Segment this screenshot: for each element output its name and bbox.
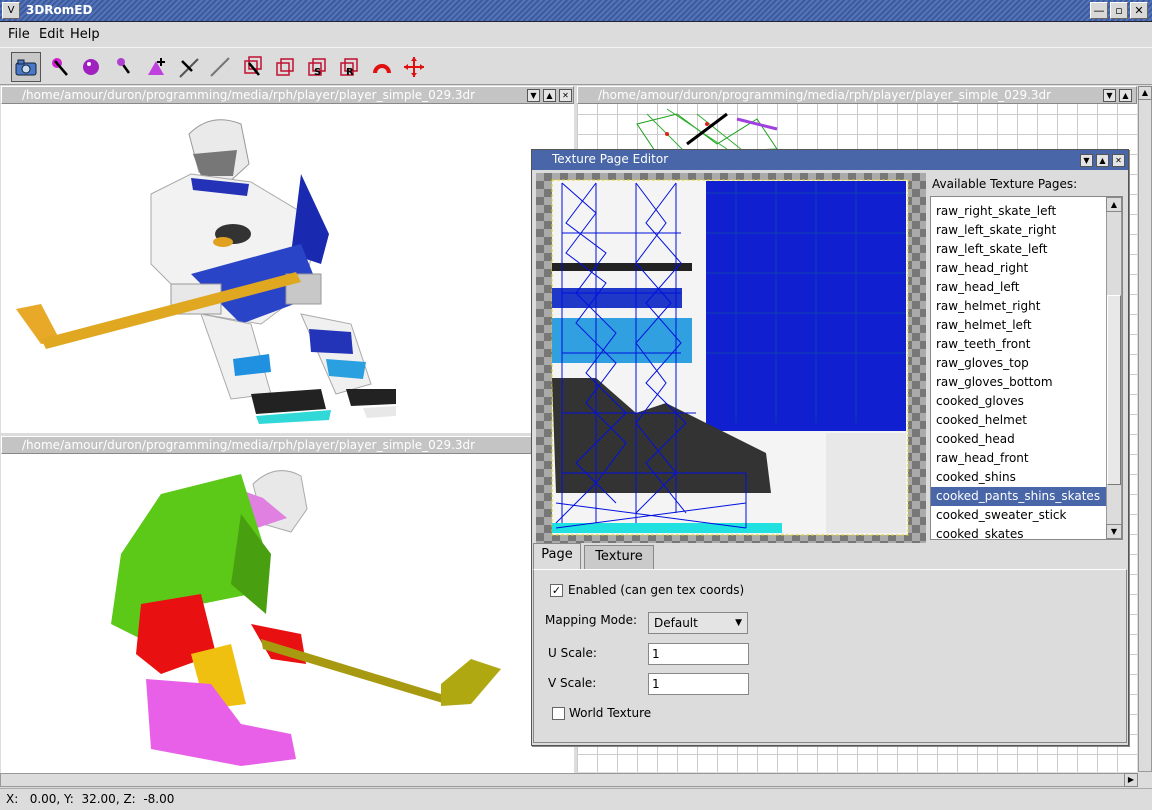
select-box-icon[interactable] [238,52,268,82]
status-bar: X: 0.00, Y: 32.00, Z: -8.00 [0,788,1152,810]
mapping-mode-select[interactable]: Default ▼ [648,612,748,634]
window-titlebar: V 3DRomED — ▫ ✕ [0,0,1152,22]
tab-page[interactable]: Page [533,543,581,570]
list-item[interactable]: cooked_gloves [931,392,1122,411]
list-item[interactable]: raw_teeth_front [931,335,1122,354]
world-texture-label: World Texture [569,706,652,720]
texture-canvas[interactable] [536,173,926,543]
window-title: 3DRomED [26,3,93,17]
coordinates-readout: X: 0.00, Y: 32.00, Z: -8.00 [6,792,175,806]
minimize-button[interactable]: — [1090,2,1108,19]
list-item[interactable]: raw_right_skate_left [931,202,1122,221]
list-label: Available Texture Pages: [932,177,1078,191]
viewport-canvas[interactable] [1,104,574,433]
svg-text:S: S [314,67,321,78]
scroll-down-icon[interactable]: ▼ [1106,524,1122,539]
close-viewport-icon[interactable]: ✕ [559,89,572,102]
dialog-titlebar: Texture Page Editor ▼ ▲ ✕ [532,150,1128,170]
camera-icon[interactable] [11,52,41,82]
u-scale-label: U Scale: [548,646,597,660]
list-item[interactable]: raw_head_front [931,449,1122,468]
chevron-down-icon[interactable]: ▼ [1103,89,1116,102]
menu-edit[interactable]: Edit [39,27,64,42]
viewport-header: /home/amour/duron/programming/media/rph/… [1,436,574,454]
chevron-down-icon[interactable]: ▼ [1080,154,1093,167]
viewport-path: /home/amour/duron/programming/media/rph/… [22,88,476,102]
add-vertex-icon[interactable] [141,52,171,82]
scroll-right-icon[interactable]: ▶ [1124,773,1138,787]
viewport-path: /home/amour/duron/programming/media/rph/… [22,438,476,452]
v-scale-label: V Scale: [548,676,597,690]
viewport-path: /home/amour/duron/programming/media/rph/… [598,88,1052,102]
select-vertex-icon[interactable] [44,52,74,82]
list-item[interactable]: raw_gloves_top [931,354,1122,373]
menu-file[interactable]: File [8,27,30,42]
svg-text:R: R [346,67,354,78]
list-item[interactable]: cooked_pants_shins_skates [931,487,1122,506]
mapping-mode-label: Mapping Mode: [545,613,638,627]
chevron-down-icon[interactable]: ▼ [527,89,540,102]
box-icon[interactable] [270,52,300,82]
chevron-down-icon: ▼ [735,618,742,628]
maximize-button[interactable]: ▫ [1110,2,1128,19]
enabled-checkbox[interactable]: ✓ [550,584,563,597]
player-3d-render [16,119,396,424]
list-item[interactable]: raw_left_skate_left [931,240,1122,259]
tab-texture[interactable]: Texture [584,545,654,569]
close-button[interactable]: ✕ [1130,2,1148,19]
list-item[interactable]: cooked_helmet [931,411,1122,430]
scroll-up-icon[interactable]: ▲ [1106,197,1122,212]
mapping-mode-value: Default [654,616,698,630]
list-item[interactable]: cooked_skates [931,525,1122,539]
viewport-top-left[interactable]: /home/amour/duron/programming/media/rph/… [1,86,574,433]
list-item[interactable]: raw_helmet_right [931,297,1122,316]
list-item[interactable]: raw_helmet_left [931,316,1122,335]
viewport-bottom-left[interactable]: /home/amour/duron/programming/media/rph/… [1,436,574,774]
list-item[interactable]: raw_head_right [931,259,1122,278]
undo-arc-icon[interactable] [367,52,397,82]
horizontal-scrollbar[interactable] [0,773,1138,787]
enabled-label: Enabled (can gen tex coords) [568,583,745,597]
v-scale-input[interactable] [648,673,749,695]
toolbar: S R [0,47,1152,85]
maximize-viewport-icon[interactable]: ▲ [1119,89,1132,102]
menu-bar: File Edit Help [0,22,1152,46]
player-solid-render [111,470,501,766]
move-icon[interactable] [399,52,429,82]
line-icon[interactable] [205,52,235,82]
list-item[interactable]: cooked_sweater_stick [931,506,1122,525]
scroll-up-icon[interactable]: ▲ [1138,86,1152,100]
texture-page-list[interactable]: raw_right_skate_left raw_left_skate_right… [930,196,1123,540]
u-scale-input[interactable] [648,643,749,665]
select-line-icon[interactable] [173,52,203,82]
list-item[interactable]: raw_head_left [931,278,1122,297]
system-menu-button[interactable]: V [2,2,20,19]
vertical-scrollbar[interactable] [1138,86,1152,772]
list-item[interactable]: raw_left_skate_right [931,221,1122,240]
world-texture-checkbox[interactable] [552,707,565,720]
viewport-header: /home/amour/duron/programming/media/rph/… [577,86,1137,104]
list-item[interactable]: cooked_shins [931,468,1122,487]
list-item[interactable]: raw_gloves_bottom [931,373,1122,392]
close-dialog-icon[interactable]: ✕ [1112,154,1125,167]
dialog-title: Texture Page Editor [552,152,669,166]
select-arrow-icon[interactable] [108,52,138,82]
maximize-viewport-icon[interactable]: ▲ [543,89,556,102]
viewport-header: /home/amour/duron/programming/media/rph/… [1,86,574,104]
texture-uv-render [551,179,909,536]
rotate-box-icon[interactable]: R [334,52,364,82]
viewport-canvas[interactable] [1,454,574,774]
select-sphere-icon[interactable] [76,52,106,82]
menu-help[interactable]: Help [70,27,100,42]
scale-box-icon[interactable]: S [302,52,332,82]
list-item[interactable]: cooked_head [931,430,1122,449]
list-scroll-thumb[interactable] [1107,295,1121,485]
maximize-dialog-icon[interactable]: ▲ [1096,154,1109,167]
